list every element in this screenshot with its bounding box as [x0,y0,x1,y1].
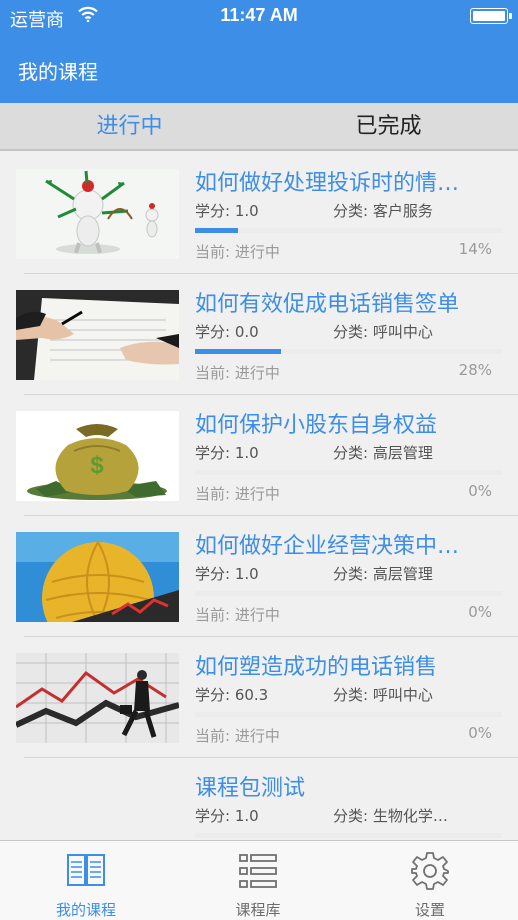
tab-completed[interactable]: 已完成 [259,103,518,151]
cartoon-figures-image [16,169,179,259]
course-status-tabs: 进行中 已完成 [0,103,518,151]
progress-fill [195,349,281,354]
tab-settings[interactable]: 设置 [344,841,516,920]
progress-bar [195,349,502,354]
navigation-bar: 我的课程 [0,38,518,103]
page-title: 我的课程 [18,60,98,84]
course-state: 当前: 进行中 [195,364,280,382]
course-state: 当前: 进行中 [195,727,280,745]
businessman-chart-image [16,653,179,743]
progress-fill [195,228,238,233]
course-item[interactable]: 如何有效促成电话销售签单 学分: 0.0 分类: 呼叫中心 当前: 进行中 28… [0,274,518,395]
tab-label: 设置 [414,901,445,919]
tab-label: 我的课程 [55,901,116,919]
money-bag-image: $ [16,411,179,501]
course-credit: 学分: 1.0 [195,807,259,825]
battery-icon [470,8,512,24]
course-category: 分类: 生物化学… [333,807,448,825]
progress-bar [195,228,502,233]
progress-bar [195,591,502,596]
golden-globe-image [16,532,179,622]
course-title: 如何塑造成功的电话销售 [195,655,438,680]
course-title: 如何保护小股东自身权益 [195,413,438,438]
progress-percent: 0% [468,724,492,742]
course-credit: 学分: 60.3 [195,686,269,704]
gear-icon [411,852,449,890]
bottom-tab-bar: 我的课程 课程库 设置 [0,840,518,920]
tab-in-progress[interactable]: 进行中 [0,103,259,151]
progress-percent: 0% [468,482,492,500]
progress-bar [195,833,502,838]
course-credit: 学分: 1.0 [195,565,259,583]
progress-percent: 0% [468,603,492,621]
course-item[interactable]: 如何做好处理投诉时的情… 学分: 1.0 分类: 客户服务 当前: 进行中 14… [0,153,518,274]
tab-label: 课程库 [235,901,281,919]
progress-bar [195,712,502,717]
course-category: 分类: 高层管理 [333,565,433,583]
list-icon [239,854,277,888]
course-item[interactable]: $ 如何保护小股东自身权益 学分: 1.0 分类: 高层管理 当前: 进行中 0… [0,395,518,516]
course-state: 当前: 进行中 [195,243,280,261]
course-category: 分类: 呼叫中心 [333,686,433,704]
svg-text:$: $ [90,452,104,479]
course-item[interactable]: 如何做好企业经营决策中… 学分: 1.0 分类: 高层管理 当前: 进行中 0% [0,516,518,637]
course-category: 分类: 高层管理 [333,444,433,462]
signing-contract-image [16,290,179,380]
status-bar: 运营商 11:47 AM [0,0,518,38]
status-time: 11:47 AM [220,5,298,25]
course-state: 当前: 进行中 [195,485,280,503]
course-category: 分类: 呼叫中心 [333,323,433,341]
progress-percent: 28% [458,361,492,379]
course-title: 如何有效促成电话销售签单 [195,292,460,317]
progress-bar [195,470,502,475]
progress-percent: 14% [458,240,492,258]
course-category: 分类: 客户服务 [333,202,433,220]
book-icon [67,854,105,886]
course-list: 如何做好处理投诉时的情… 学分: 1.0 分类: 客户服务 当前: 进行中 14… [0,153,518,840]
course-credit: 学分: 0.0 [195,323,259,341]
tab-my-courses[interactable]: 我的课程 [0,841,172,920]
course-title: 如何做好企业经营决策中… [195,534,460,559]
course-state: 当前: 进行中 [195,606,280,624]
course-title: 课程包测试 [195,776,306,801]
course-title: 如何做好处理投诉时的情… [195,171,460,196]
course-item[interactable]: 如何塑造成功的电话销售 学分: 60.3 分类: 呼叫中心 当前: 进行中 0% [0,637,518,758]
tab-course-library[interactable]: 课程库 [172,841,344,920]
course-item[interactable]: 课程包测试 学分: 1.0 分类: 生物化学… [0,758,518,840]
course-credit: 学分: 1.0 [195,444,259,462]
course-credit: 学分: 1.0 [195,202,259,220]
